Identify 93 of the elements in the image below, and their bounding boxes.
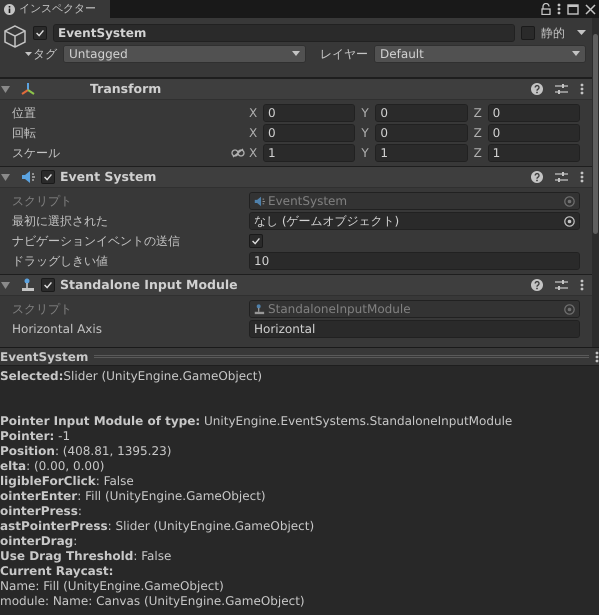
unlink-icon[interactable] bbox=[231, 148, 245, 158]
field-label: 回転 bbox=[12, 125, 36, 142]
debug-line: ointerDrag: bbox=[0, 534, 78, 549]
number-field[interactable]: 0 bbox=[375, 104, 468, 122]
joystick-icon bbox=[254, 304, 265, 314]
number-field[interactable]: 1 bbox=[375, 144, 468, 162]
axes-icon bbox=[21, 82, 36, 96]
check-icon bbox=[34, 27, 46, 39]
active-checkbox[interactable] bbox=[33, 26, 47, 40]
debug-line: ointerEnter: Fill (UnityEngine.GameObject) bbox=[0, 489, 267, 504]
joystick-icon bbox=[21, 278, 36, 292]
text-field[interactable]: Horizontal bbox=[249, 320, 580, 338]
field-label: スケール bbox=[12, 145, 60, 162]
tag-dropdown[interactable]: Untagged bbox=[63, 45, 306, 63]
check-icon bbox=[42, 279, 54, 291]
megaphone-icon bbox=[254, 196, 265, 206]
help-icon[interactable] bbox=[531, 171, 543, 183]
text-field[interactable]: 10 bbox=[249, 252, 580, 270]
number-field[interactable]: 0 bbox=[488, 124, 580, 142]
number-field[interactable]: 0 bbox=[263, 124, 356, 142]
lock-icon[interactable] bbox=[541, 3, 551, 15]
close-icon[interactable] bbox=[585, 4, 596, 14]
check-icon bbox=[42, 171, 54, 183]
field-label: ナビゲーションイベントの送信 bbox=[12, 233, 180, 250]
settings-icon[interactable] bbox=[555, 171, 568, 183]
number-field[interactable]: 0 bbox=[375, 124, 468, 142]
panel-title: EventSystem bbox=[0, 348, 88, 365]
field-label: 最初に選択された bbox=[12, 213, 108, 230]
static-checkbox[interactable] bbox=[521, 26, 535, 40]
number-field[interactable]: 0 bbox=[488, 104, 580, 122]
number-field[interactable]: 1 bbox=[263, 144, 356, 162]
name-field[interactable]: EventSystem bbox=[53, 24, 515, 42]
more-icon[interactable] bbox=[580, 171, 584, 183]
object-field[interactable]: なし (ゲームオブジェクト) bbox=[249, 212, 580, 230]
axis-label: Y bbox=[361, 145, 370, 162]
number-field[interactable]: 0 bbox=[263, 104, 356, 122]
axis-label: X bbox=[249, 105, 258, 122]
more-icon[interactable] bbox=[580, 83, 584, 95]
foldout-icon[interactable] bbox=[1, 172, 10, 182]
inspector-tab[interactable]: インスペクター bbox=[0, 0, 110, 18]
settings-icon[interactable] bbox=[555, 279, 568, 291]
more-icon[interactable] bbox=[557, 3, 561, 15]
axis-label: Y bbox=[361, 125, 370, 142]
enable-checkbox[interactable] bbox=[41, 170, 55, 184]
debug-line: module: Name: Canvas (UnityEngine.GameObject) bbox=[0, 594, 306, 609]
enable-checkbox[interactable] bbox=[41, 278, 55, 292]
megaphone-icon bbox=[21, 170, 36, 184]
scrollbar[interactable] bbox=[592, 18, 599, 347]
dropdown-icon[interactable] bbox=[577, 30, 586, 36]
more-icon[interactable] bbox=[595, 350, 599, 362]
axis-label: Z bbox=[474, 105, 483, 122]
number-field[interactable]: 1 bbox=[488, 144, 580, 162]
axis-label: Z bbox=[474, 145, 483, 162]
debug-line: Position: (408.81, 1395.23) bbox=[0, 444, 172, 459]
debug-line: Pointer: -1 bbox=[0, 429, 72, 444]
debug-line: ointerPress: bbox=[0, 504, 83, 519]
cube-icon[interactable] bbox=[3, 24, 33, 58]
axis-label: Z bbox=[474, 125, 483, 142]
debug-line: elta: (0.00, 0.00) bbox=[0, 459, 106, 474]
axis-label: Y bbox=[361, 105, 370, 122]
layer-dropdown[interactable]: Default bbox=[374, 45, 586, 63]
field-label: スクリプト bbox=[12, 193, 72, 210]
debug-line: Current Raycast: bbox=[0, 564, 114, 579]
more-icon[interactable] bbox=[580, 279, 584, 291]
checkbox[interactable] bbox=[249, 234, 263, 248]
check-icon bbox=[250, 235, 262, 247]
help-icon[interactable] bbox=[531, 279, 543, 291]
debug-line: Name: Fill (UnityEngine.GameObject) bbox=[0, 579, 225, 594]
foldout-icon[interactable] bbox=[1, 280, 10, 290]
component-title[interactable]: Transform bbox=[90, 80, 162, 98]
debug-line: Pointer Input Module of type: UnityEngine.EventSystems.StandaloneInputModule bbox=[0, 414, 514, 429]
foldout-icon[interactable] bbox=[1, 84, 10, 94]
layer-label: レイヤー bbox=[320, 46, 368, 63]
tag-label: タグ bbox=[33, 46, 57, 63]
static-label: 静的 bbox=[541, 25, 565, 42]
field-label: Horizontal Axis bbox=[12, 321, 102, 338]
debug-line: astPointerPress: Slider (UnityEngine.GameObject) bbox=[0, 519, 316, 534]
field-label: スクリプト bbox=[12, 301, 72, 318]
target-icon[interactable] bbox=[564, 216, 575, 226]
info-icon bbox=[4, 4, 15, 14]
axis-label: X bbox=[249, 145, 258, 162]
axis-label: X bbox=[249, 125, 258, 142]
caret-icon bbox=[292, 51, 300, 57]
field-label: ドラッグしきい値 bbox=[12, 253, 108, 270]
maximize-icon[interactable] bbox=[567, 4, 579, 14]
field-label: 位置 bbox=[12, 105, 36, 122]
component-title[interactable]: Event System bbox=[60, 168, 156, 186]
help-icon[interactable] bbox=[531, 83, 543, 95]
settings-icon[interactable] bbox=[555, 83, 568, 95]
debug-line: Selected:Slider (UnityEngine.GameObject) bbox=[0, 369, 264, 384]
caret-icon bbox=[572, 51, 580, 57]
debug-line: Use Drag Threshold: False bbox=[0, 549, 172, 564]
debug-line: ligibleForClick: False bbox=[0, 474, 135, 489]
